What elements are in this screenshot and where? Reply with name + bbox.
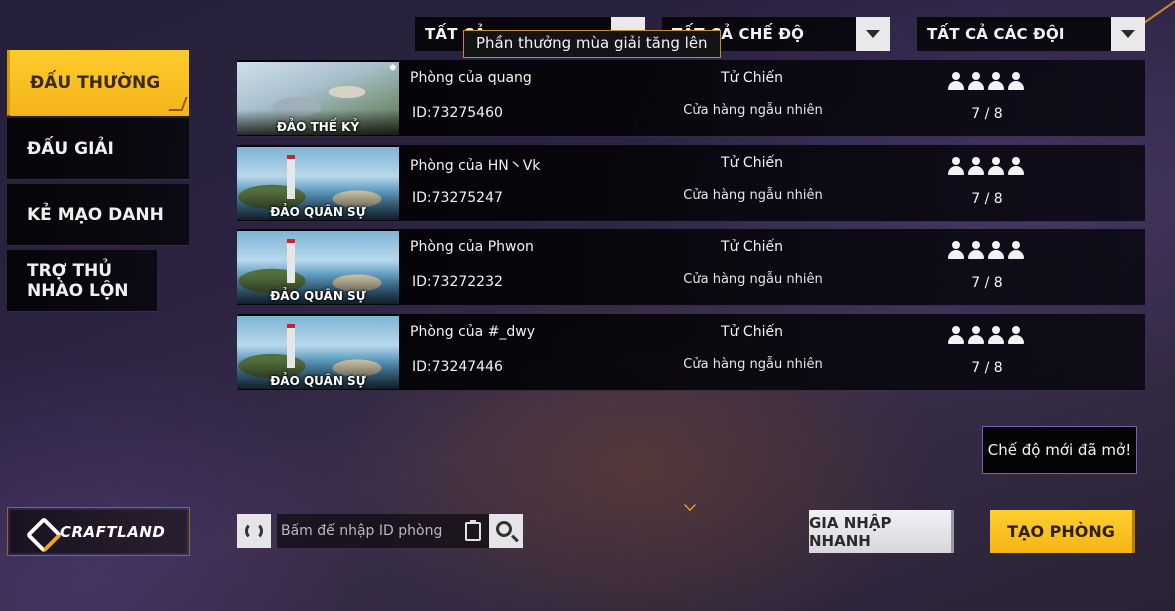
sidebar-item-normal-match[interactable]: ĐẤU THƯỜNG: [7, 50, 189, 116]
map-name: ĐẢO QUÂN SỰ: [270, 289, 366, 303]
sidebar-item-tournament[interactable]: ĐẤU GIẢI: [7, 118, 189, 180]
room-row[interactable]: ĐẢO QUÂN SỰ Phòng của Phwon ID:73272232 …: [237, 229, 1145, 306]
new-mode-notice[interactable]: Chế độ mới đã mở!: [982, 426, 1137, 474]
person-icon: [1007, 156, 1025, 176]
room-name: Phòng của #_dwy: [410, 324, 536, 340]
room-shop: Cửa hàng ngẫu nhiên: [683, 272, 823, 287]
person-icon: [987, 240, 1005, 260]
search-button[interactable]: [489, 514, 523, 548]
player-slots: [947, 156, 1025, 176]
craftland-label: CRAFTLAND: [60, 522, 166, 541]
filter-team-label: TẤT CẢ CÁC ĐỘI: [927, 25, 1065, 43]
craftland-logo-icon: [28, 519, 54, 545]
map-name: ĐẢO QUÂN SỰ: [270, 374, 366, 388]
room-row[interactable]: ĐẢO QUÂN SỰ Phòng của HN丶Vk ID:73275247 …: [237, 145, 1145, 222]
person-icon: [947, 325, 965, 345]
player-slots: [947, 71, 1025, 91]
person-icon: [967, 240, 985, 260]
sidebar-item-label: ĐẤU GIẢI: [27, 138, 114, 159]
room-mode: Tử Chiến: [721, 70, 783, 86]
sidebar-item-label: ĐẤU THƯỜNG: [30, 72, 161, 93]
clipboard-icon[interactable]: [465, 520, 481, 541]
sidebar-item-acrobat[interactable]: TRỢ THỦ NHÀO LỘN: [7, 250, 157, 312]
filter-team[interactable]: TẤT CẢ CÁC ĐỘI: [917, 17, 1145, 51]
room-row[interactable]: ĐẢO QUÂN SỰ Phòng của #_dwy ID:73247446 …: [237, 314, 1145, 391]
season-reward-tooltip: Phần thưởng mùa giải tăng lên: [463, 30, 721, 58]
person-icon: [967, 156, 985, 176]
sparkle-icon: ✸: [388, 63, 397, 74]
person-icon: [947, 71, 965, 91]
sidebar-item-label: KẺ MẠO DANH: [27, 204, 164, 225]
map-thumbnail: ĐẢO QUÂN SỰ: [237, 231, 399, 304]
player-count: 7 / 8: [971, 191, 1003, 207]
person-icon: [1007, 71, 1025, 91]
room-shop: Cửa hàng ngẫu nhiên: [683, 188, 823, 203]
map-name: ĐẢO QUÂN SỰ: [270, 205, 366, 219]
quick-join-button[interactable]: GIA NHẬP NHANH: [809, 510, 954, 553]
chevron-down-icon[interactable]: [856, 17, 890, 51]
refresh-button[interactable]: [237, 514, 271, 548]
person-icon: [967, 71, 985, 91]
person-icon: [947, 240, 965, 260]
chevron-down-icon[interactable]: [684, 499, 696, 511]
room-id-search[interactable]: [277, 514, 489, 548]
player-count: 7 / 8: [971, 106, 1003, 122]
room-mode: Tử Chiến: [721, 324, 783, 340]
person-icon: [1007, 325, 1025, 345]
sidebar-item-impostor[interactable]: KẺ MẠO DANH: [7, 184, 189, 246]
room-name: Phòng của Phwon: [410, 239, 534, 255]
player-slots: [947, 325, 1025, 345]
chevron-down-icon[interactable]: [1111, 17, 1145, 51]
refresh-icon: [245, 522, 263, 540]
room-name: Phòng của quang: [410, 70, 532, 86]
map-thumbnail: ĐẢO QUÂN SỰ: [237, 147, 399, 220]
player-count: 7 / 8: [971, 275, 1003, 291]
person-icon: [987, 325, 1005, 345]
person-icon: [987, 71, 1005, 91]
room-mode: Tử Chiến: [721, 239, 783, 255]
person-icon: [967, 325, 985, 345]
person-icon: [987, 156, 1005, 176]
room-id: ID:73275247: [412, 190, 503, 206]
room-id: ID:73275460: [412, 105, 503, 121]
room-shop: Cửa hàng ngẫu nhiên: [683, 103, 823, 118]
room-id: ID:73247446: [412, 359, 503, 375]
map-thumbnail: ĐẢO QUÂN SỰ: [237, 316, 399, 389]
map-thumbnail: ✸ ĐẢO THẾ KỶ: [237, 62, 399, 135]
room-shop: Cửa hàng ngẫu nhiên: [683, 357, 823, 372]
search-icon: [496, 521, 512, 537]
player-slots: [947, 240, 1025, 260]
room-id: ID:73272232: [412, 274, 503, 290]
room-name: Phòng của HN丶Vk: [410, 158, 541, 174]
player-count: 7 / 8: [971, 360, 1003, 376]
craftland-button[interactable]: CRAFTLAND: [7, 507, 190, 556]
sidebar-item-label: TRỢ THỦ NHÀO LỘN: [27, 260, 129, 301]
person-icon: [1007, 240, 1025, 260]
create-room-button[interactable]: TẠO PHÒNG: [990, 510, 1135, 553]
map-name: ĐẢO THẾ KỶ: [276, 120, 360, 134]
room-mode: Tử Chiến: [721, 155, 783, 171]
person-icon: [947, 156, 965, 176]
room-row[interactable]: ✸ ĐẢO THẾ KỶ Phòng của quang ID:73275460…: [237, 60, 1145, 137]
room-id-input[interactable]: [281, 523, 451, 539]
